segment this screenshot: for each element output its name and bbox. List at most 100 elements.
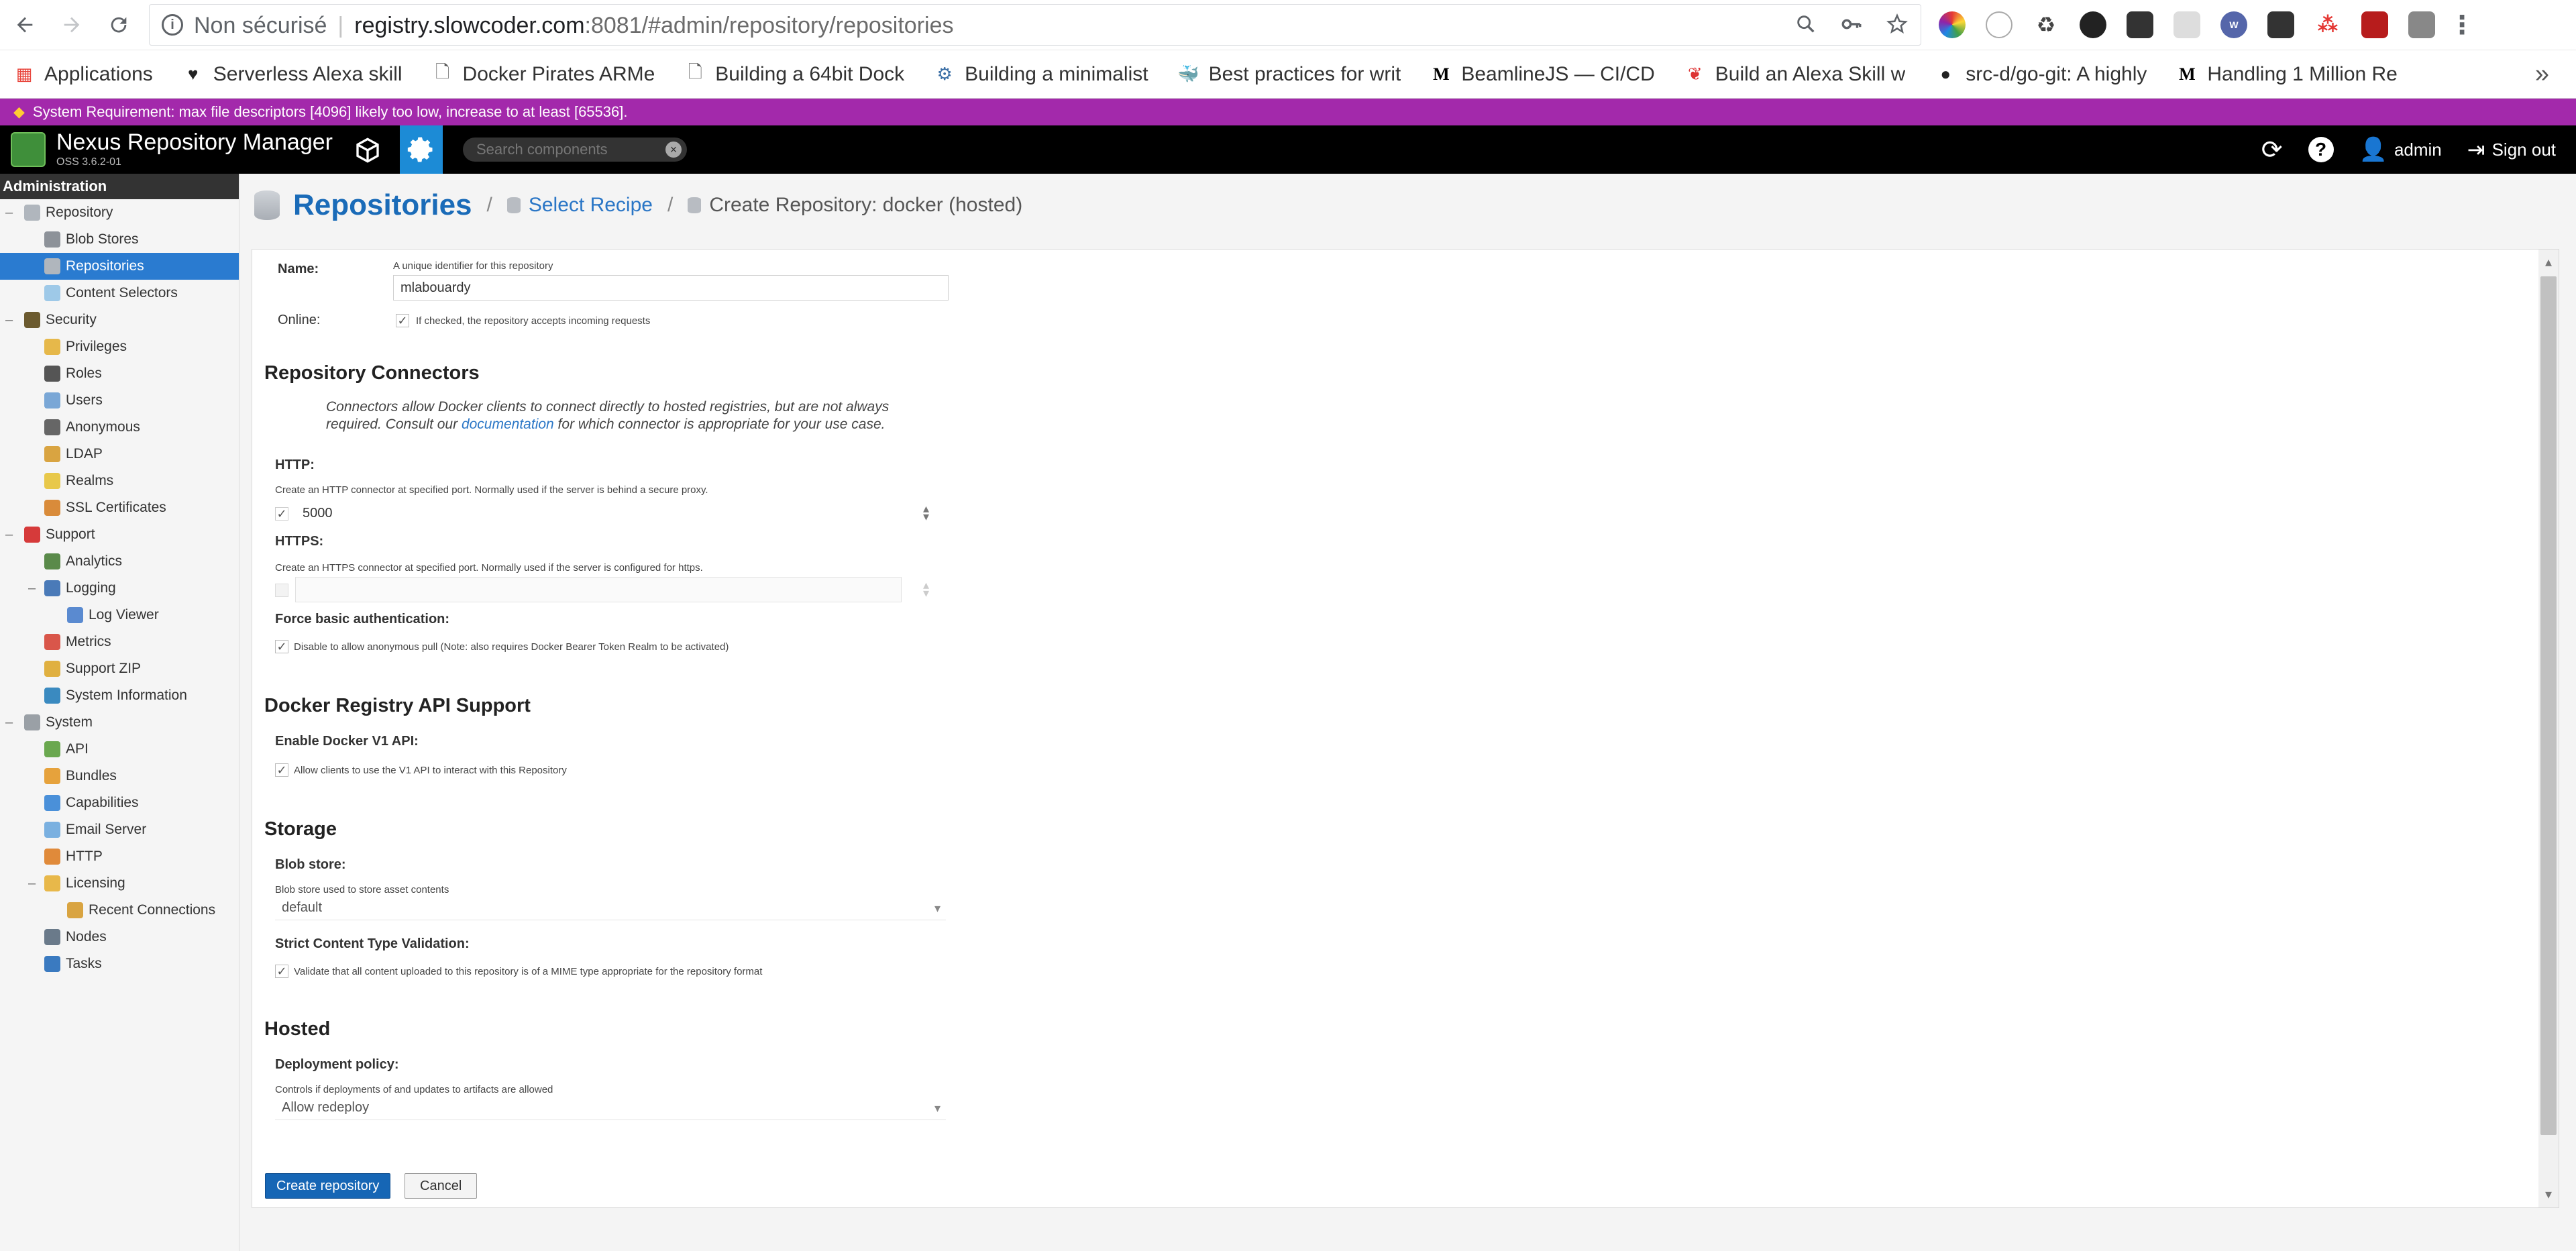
bookmark-item[interactable]: ♥ Serverless Alexa skill: [182, 63, 402, 86]
sidebar-item-system-information[interactable]: System Information: [0, 682, 239, 709]
clear-search-icon[interactable]: ×: [665, 142, 682, 158]
sidebar-item-http[interactable]: HTTP: [0, 843, 239, 870]
bookmark-item[interactable]: M Handling 1 Million Re: [2176, 63, 2398, 86]
app-title[interactable]: Nexus Repository Manager: [56, 129, 333, 156]
sidebar-item-anonymous[interactable]: Anonymous: [0, 414, 239, 441]
refresh-icon[interactable]: ⟳: [2261, 135, 2283, 165]
color-wheel-extension-icon[interactable]: [1939, 11, 1966, 38]
sidebar-item-api[interactable]: API: [0, 736, 239, 763]
online-checkbox[interactable]: ✓: [396, 314, 409, 327]
bookmark-item[interactable]: M BeamlineJS — CI/CD: [1430, 63, 1655, 86]
film-extension-icon[interactable]: [2127, 11, 2153, 38]
info-icon[interactable]: i: [162, 14, 183, 36]
ublock-extension-icon[interactable]: [2361, 11, 2388, 38]
deployment-policy-select[interactable]: Allow redeploy ▾: [275, 1096, 946, 1120]
browse-cube-icon[interactable]: [347, 135, 388, 166]
http-checkbox[interactable]: ✓: [275, 507, 288, 521]
sidebar-item-metrics[interactable]: Metrics: [0, 629, 239, 655]
nexus-logo-icon[interactable]: [11, 132, 46, 167]
force-auth-checkbox[interactable]: ✓: [275, 640, 288, 653]
collapse-toggle-icon[interactable]: –: [5, 715, 16, 730]
collapse-toggle-icon[interactable]: –: [28, 876, 39, 891]
gray-box-extension-icon[interactable]: [2174, 11, 2200, 38]
collapse-toggle-icon[interactable]: –: [28, 581, 39, 596]
gray-extension-icon[interactable]: [2408, 11, 2435, 38]
dots-extension-icon[interactable]: ⁂: [2314, 11, 2341, 38]
ws-extension-icon[interactable]: W: [2220, 11, 2247, 38]
bookmark-item[interactable]: ● src-d/go-git: A highly: [1935, 63, 2147, 86]
chevron-down-icon[interactable]: ▾: [934, 1101, 941, 1116]
sidebar-item-bundles[interactable]: Bundles: [0, 763, 239, 790]
documentation-link[interactable]: documentation: [462, 417, 554, 432]
name-input[interactable]: mlabouardy: [393, 275, 949, 301]
back-icon[interactable]: [9, 9, 40, 40]
sidebar-item-blob-stores[interactable]: Blob Stores: [0, 226, 239, 253]
sidebar-item-recent-connections[interactable]: Recent Connections: [0, 897, 239, 924]
user-menu[interactable]: 👤 admin: [2359, 136, 2442, 163]
sidebar-item-licensing[interactable]: – Licensing: [0, 870, 239, 897]
sidebar-item-content-selectors[interactable]: Content Selectors: [0, 280, 239, 307]
strict-validation-checkbox[interactable]: ✓: [275, 965, 288, 978]
help-icon[interactable]: ?: [2308, 137, 2334, 162]
scroll-thumb[interactable]: [2540, 276, 2557, 1135]
sidebar-item-tasks[interactable]: Tasks: [0, 950, 239, 977]
breadcrumb-select-recipe[interactable]: Select Recipe: [529, 194, 653, 217]
https-port-spinner-icon[interactable]: ▴ ▾: [923, 579, 929, 599]
admin-gear-icon[interactable]: [400, 125, 443, 174]
create-repository-button[interactable]: Create repository: [265, 1173, 391, 1199]
collapse-toggle-icon[interactable]: –: [5, 205, 16, 221]
sidebar-item-analytics[interactable]: Analytics: [0, 548, 239, 575]
panel-scrollbar[interactable]: ▴ ▾: [2538, 250, 2559, 1207]
sidebar-item-repository[interactable]: – Repository: [0, 199, 239, 226]
sidebar-item-capabilities[interactable]: Capabilities: [0, 790, 239, 816]
scroll-up-icon[interactable]: ▴: [2538, 252, 2559, 272]
signout-button[interactable]: ⇥ Sign out: [2467, 137, 2556, 162]
sidebar-item-roles[interactable]: Roles: [0, 360, 239, 387]
sidebar-item-privileges[interactable]: Privileges: [0, 333, 239, 360]
recycle-extension-icon[interactable]: ♻: [2033, 11, 2059, 38]
sidebar-item-security[interactable]: – Security: [0, 307, 239, 333]
sidebar-item-support-zip[interactable]: Support ZIP: [0, 655, 239, 682]
bookmarks-overflow-icon[interactable]: »: [2535, 60, 2549, 89]
sidebar-item-log-viewer[interactable]: Log Viewer: [0, 602, 239, 629]
sidebar-item-users[interactable]: Users: [0, 387, 239, 414]
sidebar-item-email-server[interactable]: Email Server: [0, 816, 239, 843]
sidebar-item-support[interactable]: – Support: [0, 521, 239, 548]
sidebar-item-nodes[interactable]: Nodes: [0, 924, 239, 950]
menu-dots-icon[interactable]: ⋮: [2449, 11, 2475, 40]
https-checkbox[interactable]: [275, 584, 288, 597]
reload-icon[interactable]: [103, 9, 134, 40]
forward-icon[interactable]: [56, 9, 87, 40]
bookmark-item[interactable]: ▦ Applications: [13, 63, 153, 86]
cancel-button[interactable]: Cancel: [405, 1173, 478, 1199]
bookmark-item[interactable]: ⚙ Building a minimalist: [934, 63, 1148, 86]
zoom-icon[interactable]: [1794, 13, 1817, 36]
sidebar-item-logging[interactable]: – Logging: [0, 575, 239, 602]
collapse-toggle-icon[interactable]: –: [5, 313, 16, 328]
search-components-input[interactable]: Search components ×: [463, 138, 687, 162]
bookmark-item[interactable]: 🗋 Building a 64bit Dock: [684, 63, 904, 86]
circle-extension-icon[interactable]: [1986, 11, 2012, 38]
address-bar[interactable]: i Non sécurisé | registry.slowcoder.com:80…: [149, 4, 1921, 46]
dark-circle-extension-icon[interactable]: [2080, 11, 2106, 38]
https-port-input[interactable]: [295, 577, 902, 602]
http-port-spinner-icon[interactable]: ▴ ▾: [923, 502, 929, 523]
http-port-input[interactable]: 5000: [295, 500, 926, 526]
star-icon[interactable]: [1886, 13, 1909, 36]
breadcrumb-repositories[interactable]: Repositories: [293, 188, 472, 222]
sidebar-item-ssl-certificates[interactable]: SSL Certificates: [0, 494, 239, 521]
sidebar-item-ldap[interactable]: LDAP: [0, 441, 239, 468]
sidebar-item-system[interactable]: – System: [0, 709, 239, 736]
sidebar-item-realms[interactable]: Realms: [0, 468, 239, 494]
scroll-down-icon[interactable]: ▾: [2538, 1185, 2559, 1205]
v1-api-checkbox[interactable]: ✓: [275, 763, 288, 777]
bookmark-item[interactable]: 🗋 Docker Pirates ARMe: [432, 63, 655, 86]
sidebar-item-repositories[interactable]: Repositories: [0, 253, 239, 280]
blob-store-select[interactable]: default ▾: [275, 896, 946, 920]
key-icon[interactable]: [1840, 13, 1863, 36]
bookmark-item[interactable]: ❦ Build an Alexa Skill w: [1684, 63, 1905, 86]
lightbulb-extension-icon[interactable]: [2267, 11, 2294, 38]
chevron-down-icon[interactable]: ▾: [934, 902, 941, 916]
bookmark-item[interactable]: 🐳 Best practices for writ: [1178, 63, 1401, 86]
collapse-toggle-icon[interactable]: –: [5, 527, 16, 543]
